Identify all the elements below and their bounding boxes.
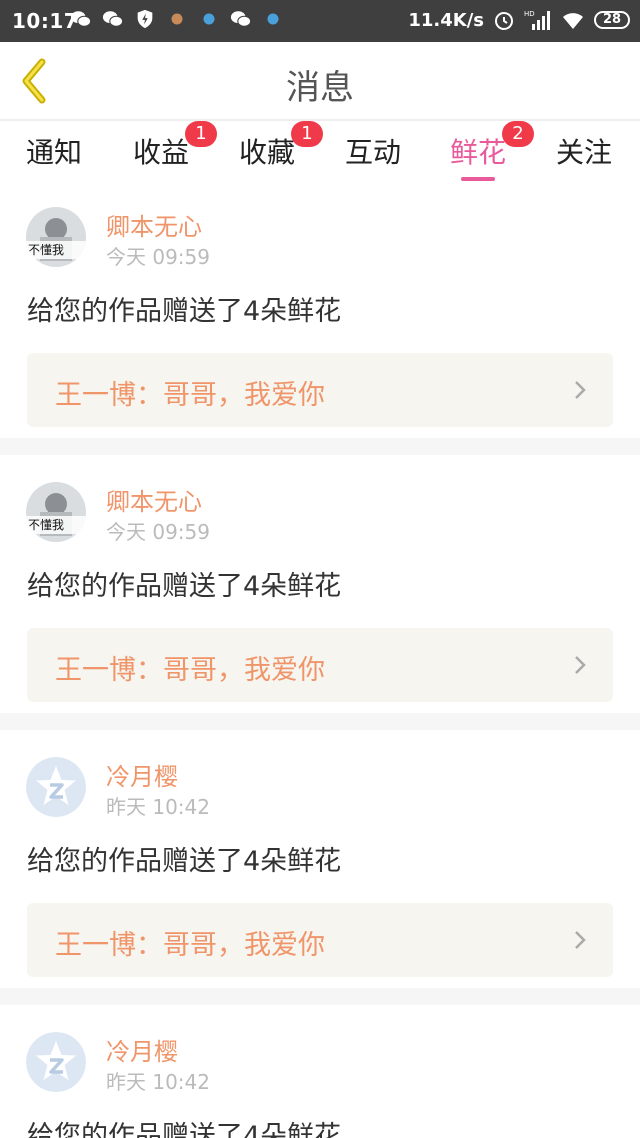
message-card: 不懂我 卿本无心 今天 09:59 给您的作品赠送了4朵鲜花 王一博：哥哥，我爱… (0, 460, 640, 718)
app-icon (171, 13, 183, 25)
card-divider (0, 713, 640, 730)
avatar-text: 不懂我 (28, 243, 64, 257)
message-card: 不懂我 卿本无心 今天 09:59 给您的作品赠送了4朵鲜花 王一博：哥哥，我爱… (0, 185, 640, 443)
work-title: 王一博：哥哥，我爱你 (55, 380, 325, 411)
work-link[interactable]: 王一博：哥哥，我爱你 (27, 628, 613, 702)
wechat-icon (230, 11, 252, 27)
default-avatar-icon[interactable] (26, 1032, 86, 1092)
notification-icons (70, 8, 284, 30)
message-text: 给您的作品赠送了4朵鲜花 (27, 296, 342, 327)
message-card: 冷月樱 昨天 10:42 给您的作品赠送了4朵鲜花 王一博：哥哥，我爱你 (0, 735, 640, 993)
work-link[interactable]: 王一博：哥哥，我爱你 (27, 903, 613, 977)
alarm-icon (495, 12, 513, 30)
default-avatar-icon[interactable] (26, 757, 86, 817)
message-time: 今天 09:59 (106, 245, 210, 269)
message-card: 冷月樱 昨天 10:42 给您的作品赠送了4朵鲜花 (0, 1010, 640, 1138)
tab-label: 鲜花 (450, 136, 507, 169)
card-divider (0, 988, 640, 1005)
svg-text:HD: HD (524, 10, 535, 18)
sender-name[interactable]: 冷月樱 (106, 757, 178, 792)
user-avatar[interactable]: 不懂我 (26, 207, 86, 267)
message-text: 给您的作品赠送了4朵鲜花 (27, 1121, 342, 1138)
sender-name[interactable]: 卿本无心 (106, 482, 202, 517)
work-title: 王一博：哥哥，我爱你 (55, 930, 325, 961)
user-avatar[interactable]: 不懂我 (26, 482, 86, 542)
message-time: 昨天 10:42 (106, 1070, 210, 1094)
chevron-right-icon (575, 931, 586, 949)
message-text: 给您的作品赠送了4朵鲜花 (27, 846, 342, 877)
sender-name[interactable]: 卿本无心 (106, 207, 202, 242)
work-link[interactable]: 王一博：哥哥，我爱你 (27, 353, 613, 427)
wechat-icon (70, 11, 92, 27)
message-text: 给您的作品赠送了4朵鲜花 (27, 571, 342, 602)
app-icon (267, 13, 279, 25)
signal-icon: HD (524, 10, 550, 30)
tab-earnings[interactable]: 收益 1 (133, 121, 218, 177)
app-icon (203, 13, 215, 25)
tab-favorites[interactable]: 收藏 1 (239, 121, 324, 177)
tab-label: 收藏 (239, 136, 296, 169)
unread-badge: 2 (502, 121, 535, 147)
page-title: 消息 (286, 68, 354, 108)
unread-badge: 1 (185, 121, 218, 147)
tab-notify[interactable]: 通知 (26, 131, 82, 177)
tab-label: 收益 (133, 136, 190, 169)
message-time: 今天 09:59 (106, 520, 210, 544)
chevron-right-icon (575, 381, 586, 399)
battery-indicator: 28 (594, 11, 630, 29)
net-speed: 11.4K/s (408, 9, 484, 31)
tab-label: 关注 (556, 136, 613, 169)
tab-flowers[interactable]: 鲜花 2 (450, 121, 535, 181)
status-right: 11.4K/s HD 28 (408, 8, 630, 32)
card-divider (0, 438, 640, 455)
tab-label: 通知 (26, 136, 83, 169)
status-bar: 10:17 11.4K/s HD 28 (0, 0, 640, 42)
header: 消息 (0, 42, 640, 120)
avatar-text: 不懂我 (28, 518, 64, 532)
work-title: 王一博：哥哥，我爱你 (55, 655, 325, 686)
shield-icon (137, 9, 153, 29)
status-time: 10:17 (12, 9, 79, 33)
unread-badge: 1 (291, 121, 324, 147)
chevron-right-icon (575, 656, 586, 674)
active-tab-indicator (461, 177, 495, 181)
wifi-icon (563, 13, 583, 29)
wechat-icon (102, 11, 124, 27)
sender-name[interactable]: 冷月樱 (106, 1032, 178, 1067)
tab-follow[interactable]: 关注 (556, 131, 612, 177)
tab-bar: 通知 收益 1 收藏 1 互动 鲜花 2 关注 (0, 121, 640, 183)
message-time: 昨天 10:42 (106, 795, 210, 819)
tab-label: 互动 (345, 136, 402, 169)
tab-interaction[interactable]: 互动 (345, 131, 401, 177)
